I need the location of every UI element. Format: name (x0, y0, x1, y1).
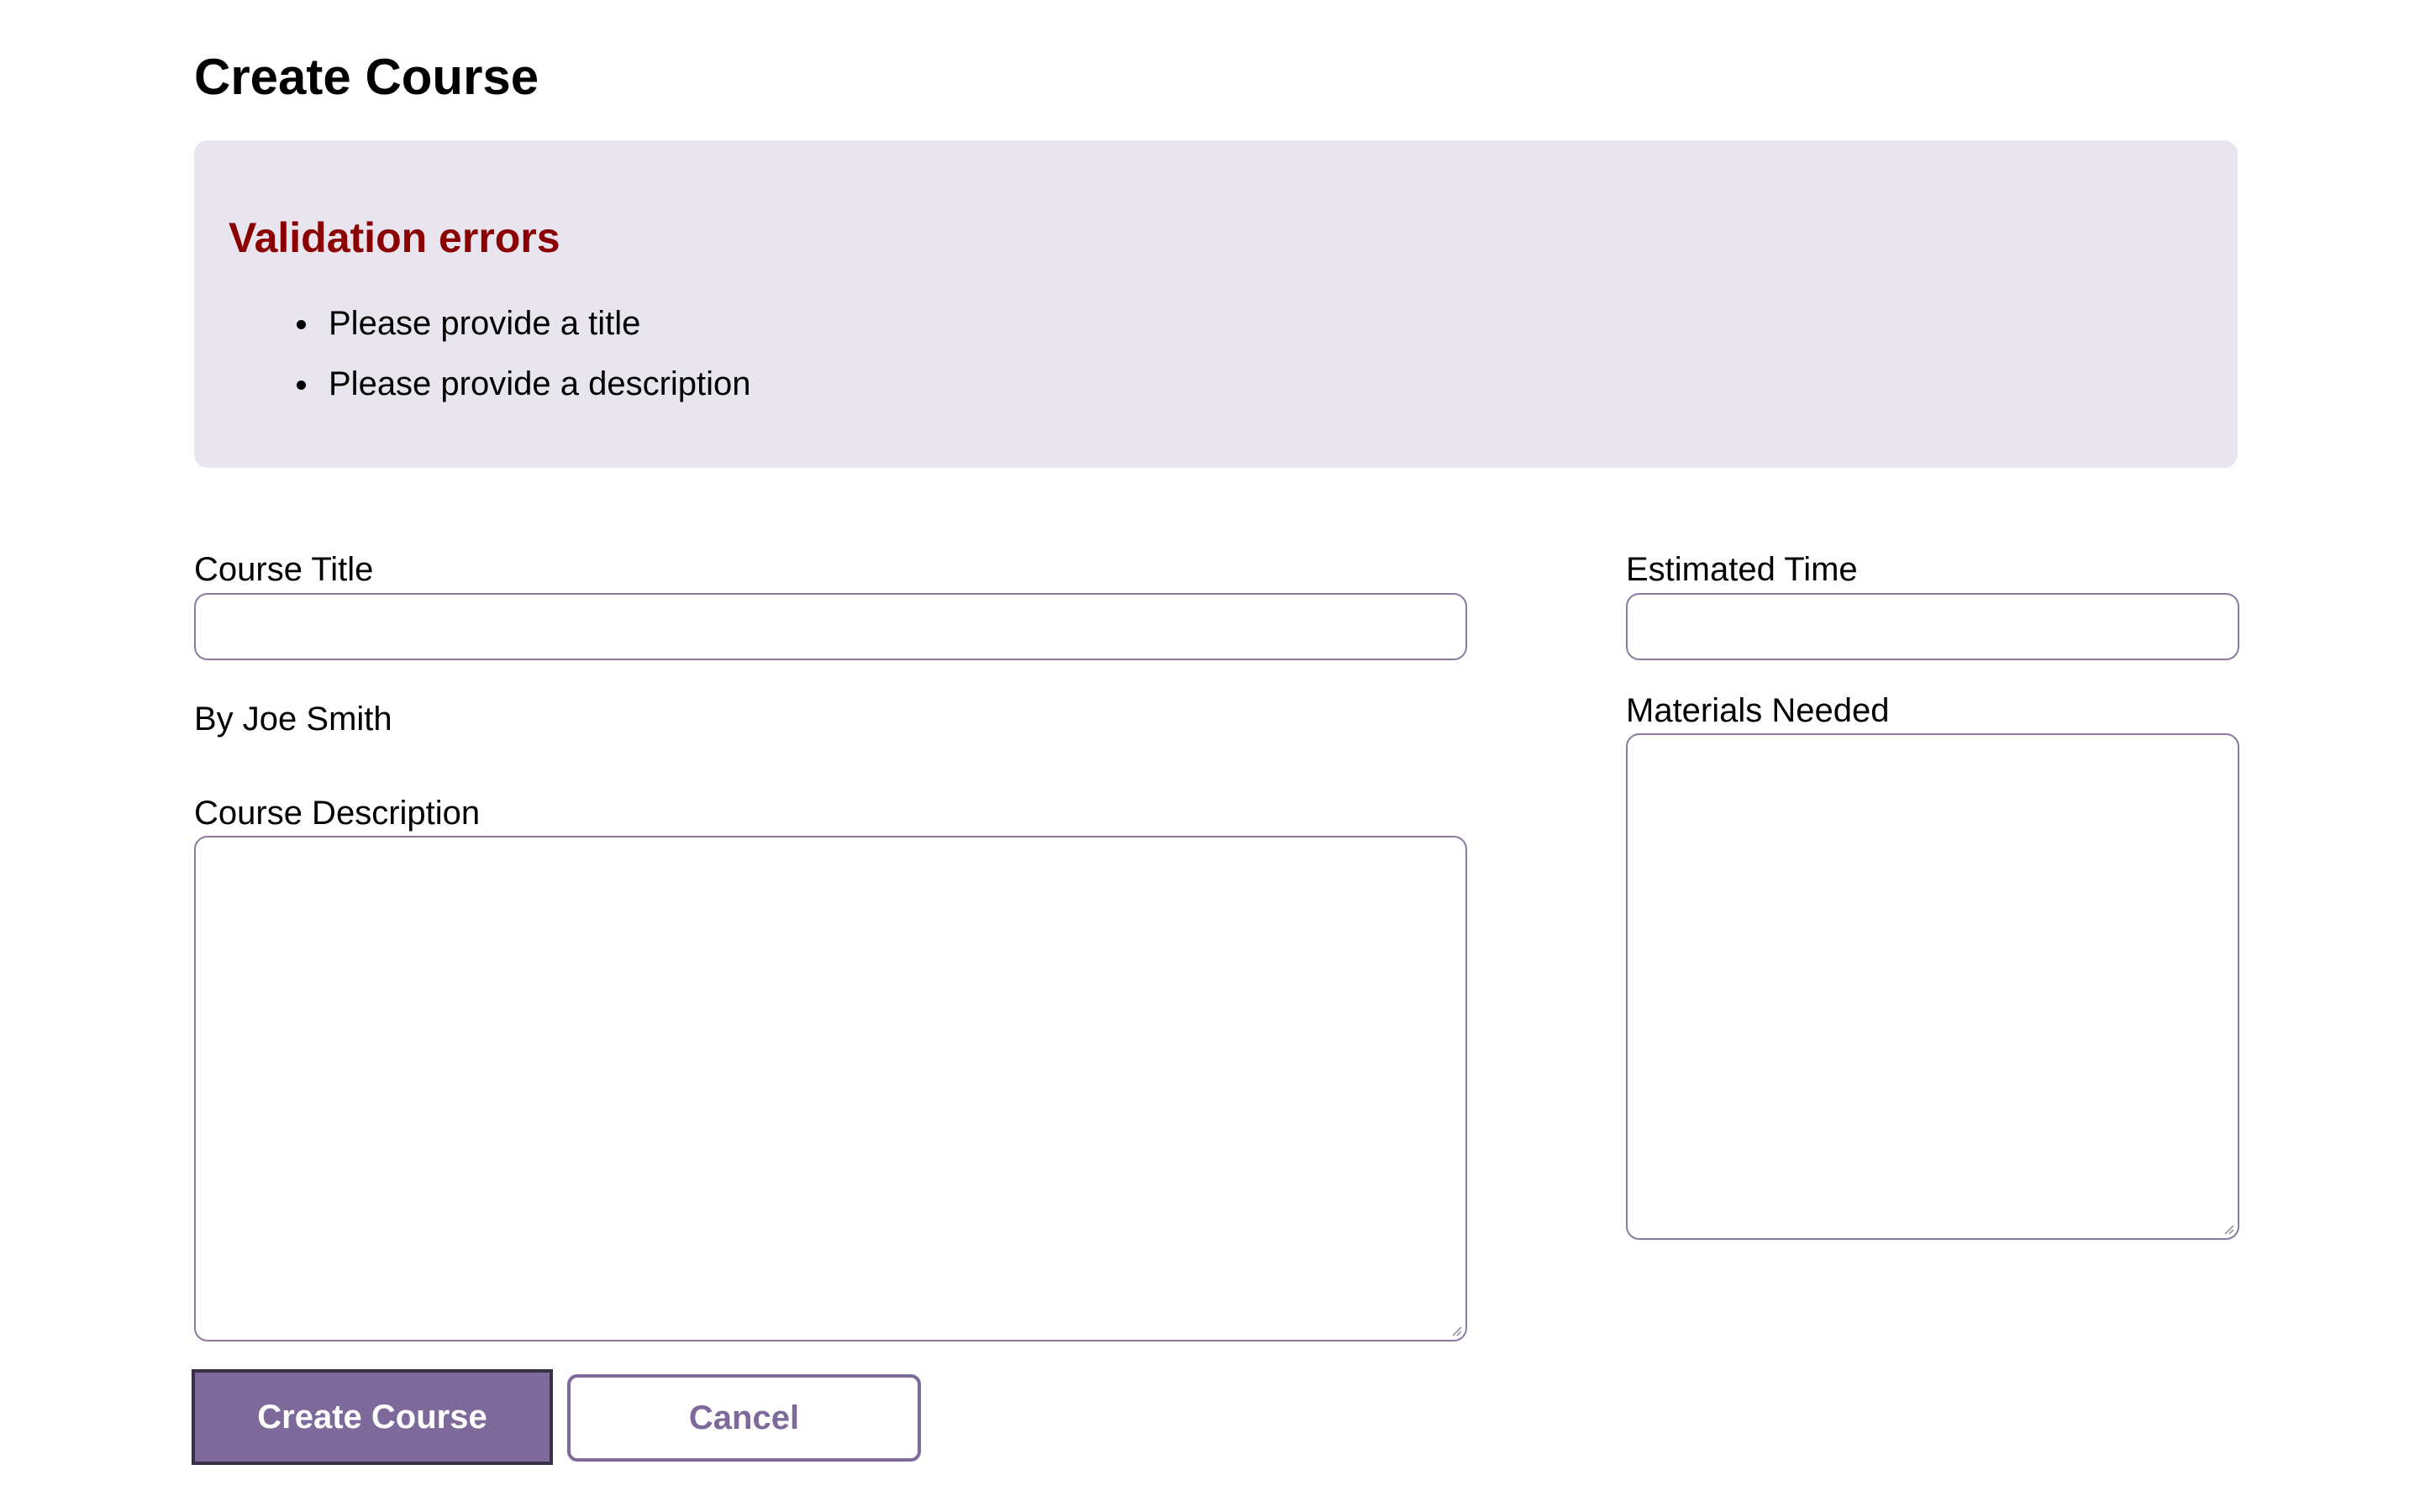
course-title-input[interactable] (194, 593, 1467, 660)
course-author: By Joe Smith (194, 701, 392, 738)
estimated-time-input[interactable] (1626, 593, 2239, 660)
materials-needed-textarea[interactable] (1626, 733, 2239, 1240)
cancel-button[interactable]: Cancel (567, 1374, 921, 1462)
validation-error-item: Please provide a description (297, 354, 751, 414)
estimated-time-label: Estimated Time (1626, 551, 1858, 588)
resize-handle-icon[interactable] (2223, 1223, 2234, 1235)
course-description-label: Course Description (194, 795, 481, 832)
resize-handle-icon[interactable] (1450, 1325, 1462, 1336)
validation-errors-heading: Validation errors (229, 214, 560, 261)
create-course-page: Create Course Validation errors Please p… (0, 0, 2420, 1512)
materials-needed-label: Materials Needed (1626, 692, 1890, 729)
page-title: Create Course (194, 49, 539, 105)
create-course-button[interactable]: Create Course (192, 1369, 553, 1465)
validation-errors-list: Please provide a title Please provide a … (297, 293, 751, 414)
course-title-label: Course Title (194, 551, 374, 588)
validation-errors-panel: Validation errors Please provide a title… (194, 140, 2238, 468)
validation-error-item: Please provide a title (297, 293, 751, 354)
course-description-textarea[interactable] (194, 836, 1467, 1341)
